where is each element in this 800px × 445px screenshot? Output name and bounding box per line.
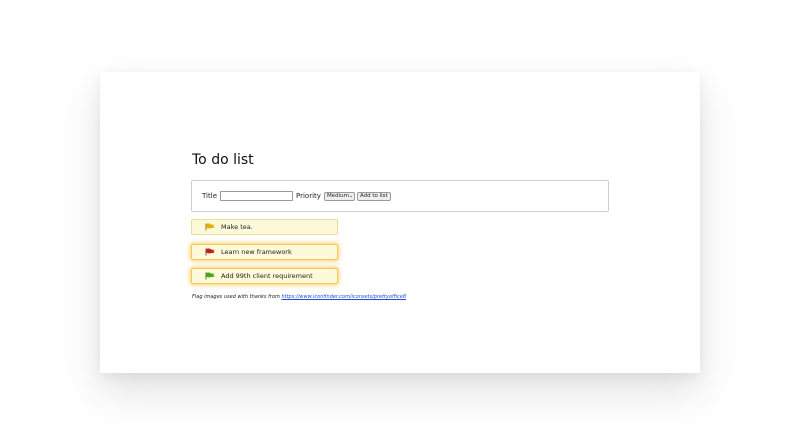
todo-app-card: To do list Title Priority Medium ⌄ Add t…: [100, 72, 700, 373]
priority-label: Priority: [296, 192, 321, 200]
todo-item[interactable]: Learn new framework: [191, 244, 338, 260]
flag-credit-note: Flag images used with thanks from https:…: [192, 294, 406, 300]
todo-item-text: Learn new framework: [221, 248, 292, 256]
iconfinder-link[interactable]: https://www.iconfinder.com/iconsets/pret…: [281, 294, 406, 300]
flag-icon: [205, 272, 215, 280]
priority-select[interactable]: Medium ⌄: [323, 191, 355, 201]
add-todo-form: Title Priority Medium ⌄ Add to list: [191, 180, 609, 212]
add-to-list-button[interactable]: Add to list: [356, 191, 391, 201]
chevron-down-icon: ⌄: [348, 193, 354, 199]
flag-icon: [205, 223, 215, 231]
todo-item[interactable]: Make tea.: [191, 219, 338, 235]
priority-selected-value: Medium: [326, 193, 349, 199]
add-todo-form-row: Title Priority Medium ⌄ Add to list: [202, 191, 391, 201]
flag-icon: [205, 248, 215, 256]
credit-text: Flag images used with thanks from: [192, 294, 282, 300]
todo-item-text: Make tea.: [221, 223, 253, 231]
todo-item-text: Add 99th client requirement: [221, 272, 313, 280]
title-label: Title: [202, 192, 218, 200]
title-input[interactable]: [220, 191, 294, 201]
todo-item[interactable]: Add 99th client requirement: [191, 268, 338, 284]
page-title: To do list: [192, 152, 254, 168]
